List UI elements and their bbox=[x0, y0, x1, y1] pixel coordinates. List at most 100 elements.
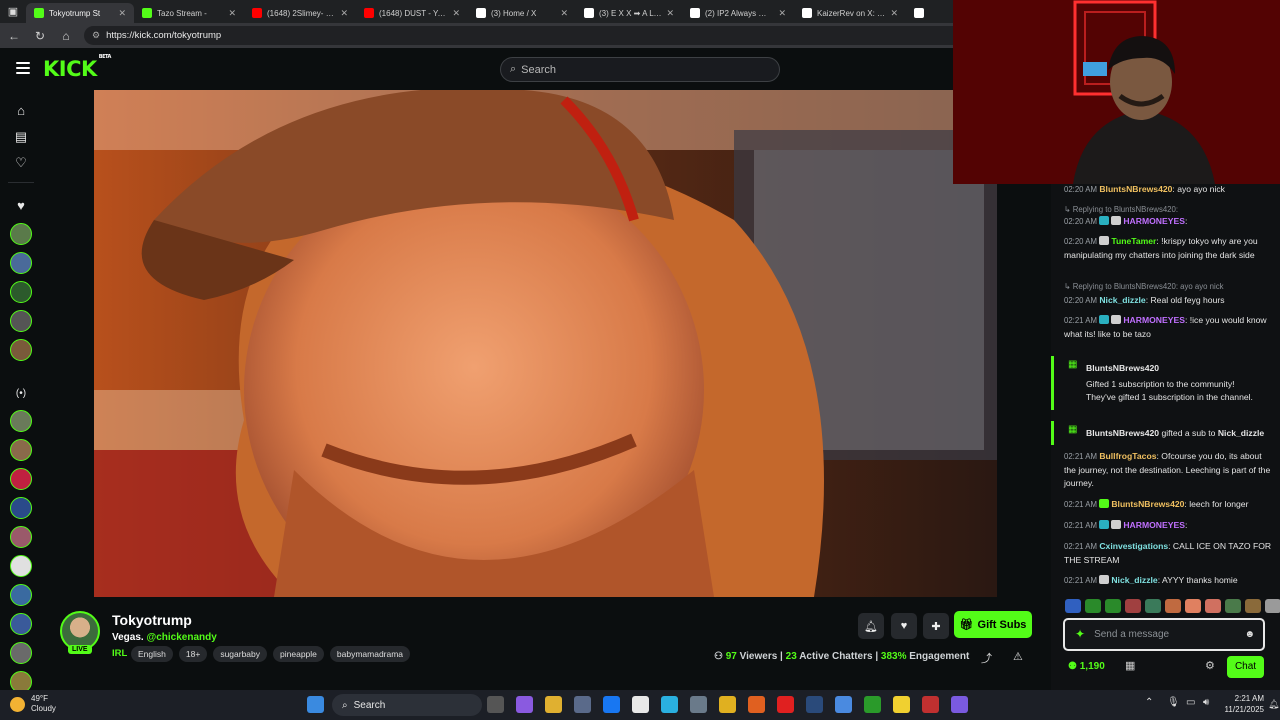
emote[interactable] bbox=[1125, 599, 1141, 613]
copilot-icon[interactable] bbox=[516, 696, 533, 713]
taskbar-search[interactable]: ⌕ Search bbox=[332, 694, 482, 716]
home-icon[interactable]: ⌂ bbox=[58, 29, 74, 43]
back-icon[interactable]: ← bbox=[6, 29, 22, 43]
send-chat-button[interactable]: Chat bbox=[1227, 656, 1264, 678]
file-explorer-icon[interactable] bbox=[545, 696, 562, 713]
store-icon[interactable]: ▦ bbox=[1125, 660, 1135, 674]
window-menu-icon[interactable]: ▣ bbox=[0, 0, 26, 23]
sidebar-channel-avatar[interactable] bbox=[10, 310, 32, 332]
sidebar-channel-avatar[interactable] bbox=[10, 526, 32, 548]
tab-close-icon[interactable]: ✕ bbox=[340, 8, 348, 19]
emoji-picker-icon[interactable]: ☻ bbox=[1244, 628, 1255, 642]
xbox-icon[interactable] bbox=[864, 696, 881, 713]
vlc-icon[interactable] bbox=[748, 696, 765, 713]
sidebar-channel-avatar[interactable] bbox=[10, 281, 32, 303]
live-broadcast-icon[interactable]: (•) bbox=[12, 385, 30, 403]
browser-tab[interactable]: (1648) DUST - YouT ✕ bbox=[356, 3, 468, 23]
notification-bell-icon[interactable]: 🔔︎ bbox=[1268, 699, 1279, 710]
sidebar-channel-avatar[interactable] bbox=[10, 223, 32, 245]
stream-tag[interactable]: pineapple bbox=[273, 646, 324, 662]
chat-username[interactable]: BluntsNBrews420 bbox=[1099, 184, 1172, 194]
category-link[interactable]: IRL bbox=[112, 648, 127, 659]
chat-username[interactable]: BluntsNBrews420 bbox=[1086, 428, 1159, 438]
emote[interactable] bbox=[1225, 599, 1241, 613]
display-icon[interactable]: ▭ bbox=[1186, 697, 1195, 708]
url-field[interactable]: ⚙ https://kick.com/tokyotrump bbox=[84, 26, 964, 45]
stream-tag[interactable]: 18+ bbox=[178, 646, 208, 662]
sidebar-channel-avatar[interactable] bbox=[10, 439, 32, 461]
calculator-icon[interactable] bbox=[690, 696, 707, 713]
tab-close-icon[interactable]: ✕ bbox=[890, 8, 898, 19]
app-icon[interactable] bbox=[835, 696, 852, 713]
emote[interactable] bbox=[1145, 599, 1161, 613]
app-icon[interactable] bbox=[922, 696, 939, 713]
gift-subs-button[interactable]: 🎁︎ Gift Subs bbox=[954, 611, 1032, 638]
sticky-notes-icon[interactable] bbox=[893, 696, 910, 713]
edge-icon[interactable] bbox=[661, 696, 678, 713]
followed-heart-icon[interactable]: ♥ bbox=[12, 197, 30, 215]
chat-username[interactable]: BullfrogTacos bbox=[1099, 451, 1156, 461]
tray-chevron-up-icon[interactable]: ⌃ bbox=[1145, 697, 1153, 708]
sidebar-channel-avatar[interactable] bbox=[10, 584, 32, 606]
sidebar-channel-avatar[interactable] bbox=[10, 642, 32, 664]
browser-tab[interactable]: (1648) 2Slimey- Ver ✕ bbox=[244, 3, 356, 23]
chat-username[interactable]: HARMONEYES bbox=[1123, 520, 1185, 530]
chat-username[interactable]: HARMONEYES bbox=[1123, 216, 1185, 226]
channel-points[interactable]: ⚉ 1,190 bbox=[1068, 660, 1105, 674]
chat-message-input[interactable]: ✦ Send a message ☻ bbox=[1063, 618, 1265, 651]
report-warning-icon[interactable]: ⚠ bbox=[1013, 650, 1023, 663]
follow-heart-button[interactable]: ♥ bbox=[891, 613, 917, 639]
chat-username[interactable]: HARMONEYES bbox=[1123, 315, 1185, 325]
microphone-icon[interactable]: 🎙︎ bbox=[1167, 697, 1180, 708]
sidebar-channel-avatar[interactable] bbox=[10, 497, 32, 519]
tab-close-icon[interactable]: ✕ bbox=[228, 8, 236, 19]
sidebar-channel-avatar[interactable] bbox=[10, 555, 32, 577]
emote[interactable] bbox=[1085, 599, 1101, 613]
tab-close-icon[interactable]: ✕ bbox=[778, 8, 786, 19]
chat-username[interactable]: Nick_dizzle bbox=[1111, 575, 1157, 585]
chrome-icon[interactable] bbox=[719, 696, 736, 713]
emote[interactable] bbox=[1265, 599, 1280, 613]
sidebar-channel-avatar[interactable] bbox=[10, 468, 32, 490]
chat-settings-gear-icon[interactable]: ⚙ bbox=[1205, 660, 1215, 674]
search-input[interactable]: ⌕ Search bbox=[500, 57, 780, 82]
sidebar-channel-avatar[interactable] bbox=[10, 339, 32, 361]
menu-icon[interactable] bbox=[16, 62, 30, 74]
emote[interactable] bbox=[1165, 599, 1181, 613]
amazon-icon[interactable] bbox=[632, 696, 649, 713]
browse-icon[interactable]: ▤ bbox=[12, 128, 30, 146]
home-icon[interactable]: ⌂ bbox=[12, 102, 30, 120]
browser-tab[interactable]: KaizerRev on X: "Ch ✕ bbox=[794, 3, 906, 23]
share-icon[interactable]: ⤴ bbox=[981, 650, 992, 666]
stream-title-mention[interactable]: @chickenandy bbox=[146, 632, 216, 643]
clip-button[interactable]: ✚ bbox=[923, 613, 949, 639]
video-player[interactable] bbox=[94, 90, 997, 597]
emote[interactable] bbox=[1205, 599, 1221, 613]
chat-username[interactable]: BluntsNBrews420 bbox=[1086, 363, 1159, 373]
browser-tab[interactable]: (2) IP2 Always Winr ✕ bbox=[682, 3, 794, 23]
browser-tab[interactable]: Tazo Stream - ✕ bbox=[134, 3, 244, 23]
emote[interactable] bbox=[1065, 599, 1081, 613]
browser-tab[interactable]: Tokyotrump St ✕ bbox=[26, 3, 134, 23]
start-icon[interactable] bbox=[307, 696, 324, 713]
chat-username[interactable]: Nick_dizzle bbox=[1099, 295, 1145, 305]
emote[interactable] bbox=[1185, 599, 1201, 613]
reload-icon[interactable]: ↻ bbox=[32, 29, 48, 43]
sidebar-channel-avatar[interactable] bbox=[10, 252, 32, 274]
obs-icon[interactable] bbox=[951, 696, 968, 713]
notification-bell-button[interactable]: 🔔︎ bbox=[858, 613, 884, 639]
stream-tag[interactable]: sugarbaby bbox=[213, 646, 268, 662]
streamer-name[interactable]: Tokyotrump bbox=[112, 612, 192, 628]
chat-username[interactable]: Cxinvestigations bbox=[1099, 541, 1168, 551]
volume-icon[interactable]: 🔊︎ bbox=[1203, 697, 1209, 708]
browser-tab[interactable]: (3) E X X ➡ A L E R T ✕ bbox=[576, 3, 682, 23]
stream-tag[interactable]: babymamadrama bbox=[329, 646, 411, 662]
emote[interactable] bbox=[1105, 599, 1121, 613]
kick-logo[interactable]: KICK BETA bbox=[43, 54, 111, 81]
browser-tab[interactable]: (3) Home / X ✕ bbox=[468, 3, 576, 23]
steam-icon[interactable] bbox=[806, 696, 823, 713]
chat-username[interactable]: Nick_dizzle bbox=[1218, 428, 1264, 438]
youtube-icon[interactable] bbox=[777, 696, 794, 713]
store-icon[interactable] bbox=[574, 696, 591, 713]
chat-username[interactable]: TuneTamer bbox=[1111, 236, 1156, 246]
